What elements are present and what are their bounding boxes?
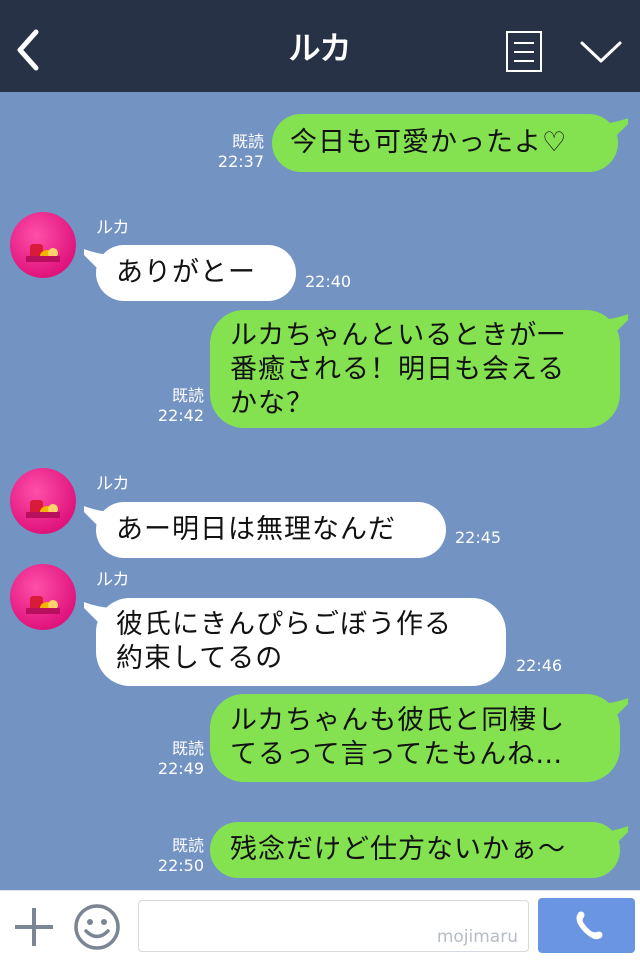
avatar[interactable] (10, 564, 76, 630)
smiley-icon (74, 904, 120, 950)
chevron-down-icon (580, 41, 622, 63)
message-text-line: ルカちゃんも彼氏と同棲し (230, 705, 566, 736)
message-text: 残念だけど仕方ないかぁ～ (230, 834, 566, 865)
avatar[interactable] (10, 212, 76, 278)
message-text-line: 約束してるの (116, 643, 284, 674)
watermark: mojimaru (436, 927, 518, 947)
read-status: 既読 22:37 (217, 132, 264, 171)
message-text-line: ルカちゃんといるときが一 (230, 320, 566, 351)
message-bubble-outgoing[interactable]: 残念だけど仕方ないかぁ～ (210, 822, 620, 878)
chat-area[interactable]: 既読 22:37 今日も可愛かったよ♡ ルカ ありがとー 22:40 既読 22… (0, 92, 640, 890)
message-text-line: てるって言ってたもんね… (230, 739, 564, 770)
message-time: 22:46 (516, 656, 563, 675)
sender-name: ルカ (96, 218, 130, 238)
message-bubble-outgoing[interactable]: ルカちゃんも彼氏と同棲し てるって言ってたもんね… (210, 694, 620, 782)
input-bar: mojimaru (0, 890, 640, 960)
message-text-line: かな？ (230, 388, 314, 419)
message-text-line: 彼氏にきんぴらごぼう作る (116, 609, 452, 640)
expand-menu-button[interactable] (578, 34, 624, 68)
emoji-button[interactable] (73, 903, 121, 951)
chat-header: ルカ (0, 0, 640, 92)
avatar[interactable] (10, 468, 76, 534)
notes-button[interactable] (506, 31, 542, 72)
message-text: あー明日は無理なんだ (116, 514, 396, 545)
message-bubble-incoming[interactable]: 彼氏にきんぴらごぼう作る 約束してるの (96, 598, 506, 686)
chat-title: ルカ (288, 29, 352, 67)
message-bubble-incoming[interactable]: あー明日は無理なんだ (96, 502, 446, 558)
sender-name: ルカ (96, 474, 130, 494)
phone-icon (576, 911, 603, 940)
read-status: 既読 22:50 (157, 836, 204, 875)
read-status: 既読 22:49 (157, 739, 204, 778)
message-text: ありがとー (116, 257, 256, 288)
message-time: 22:40 (305, 272, 352, 291)
sender-name: ルカ (96, 570, 130, 590)
back-button[interactable] (8, 26, 48, 74)
read-status: 既読 22:42 (157, 386, 204, 425)
add-button[interactable] (12, 905, 56, 949)
message-bubble-outgoing[interactable]: ルカちゃんといるときが一 番癒される！明日も会える かな？ (210, 310, 620, 428)
message-bubble-outgoing[interactable]: 今日も可愛かったよ♡ (272, 114, 618, 172)
call-button[interactable] (538, 898, 635, 953)
message-text-line: 番癒される！明日も会える (230, 354, 566, 385)
message-input[interactable]: mojimaru (138, 900, 529, 952)
message-bubble-incoming[interactable]: ありがとー (96, 245, 296, 301)
message-text: 今日も可愛かったよ♡ (290, 127, 568, 158)
chevron-left-icon (17, 29, 39, 71)
message-time: 22:45 (455, 528, 502, 547)
plus-icon (15, 908, 53, 946)
